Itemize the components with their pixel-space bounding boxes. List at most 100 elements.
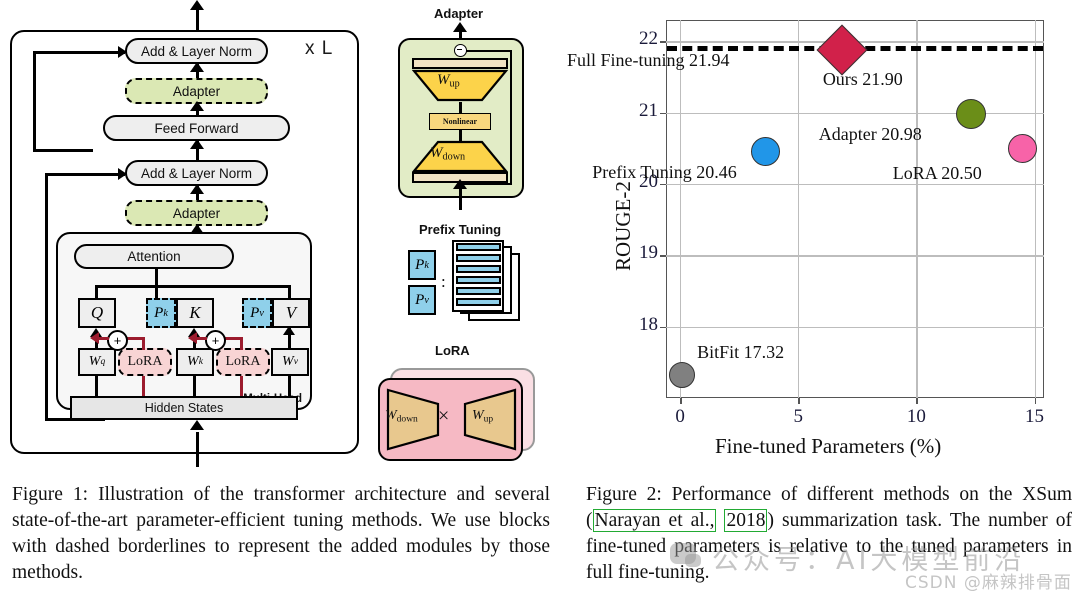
qkv-box-v: V	[272, 298, 310, 328]
arrowhead-residual-bottom	[118, 168, 127, 180]
chart-xtick	[680, 398, 682, 404]
block-label: Feed Forward	[154, 120, 239, 136]
chart-gridline-h	[666, 112, 1044, 114]
chart-point-label-ours: Ours 21.90	[822, 68, 903, 89]
adapter-skip-v	[510, 50, 512, 185]
prefix-row	[456, 254, 501, 262]
adapter-sum-node	[454, 44, 467, 57]
add-node-k: +	[205, 330, 226, 351]
block-hidden-states: Hidden States	[70, 396, 298, 420]
nonlinear-block: Nonlinear	[429, 113, 491, 130]
weight-box-wq: Wq	[78, 348, 116, 376]
chart-xtick-label: 10	[906, 406, 926, 427]
figure2-caption: Figure 2: Performance of different metho…	[586, 482, 1072, 586]
chart-gridline-v	[680, 20, 682, 398]
chart-ytick	[660, 184, 666, 186]
lora-label: LoRA	[225, 354, 261, 369]
lora-module-title: LoRA	[435, 343, 470, 358]
residual-top-h	[33, 51, 125, 54]
residual-top-h2	[33, 149, 93, 152]
arrowhead-lora-q	[90, 332, 99, 344]
prefix-separator: :	[441, 272, 446, 291]
chart-xtick-label: 0	[675, 406, 685, 427]
lora-operator: ×	[438, 405, 450, 427]
block-label: Hidden States	[144, 401, 224, 415]
arrowhead-lora-k	[188, 332, 197, 344]
w-down-label: Wdown	[430, 145, 466, 163]
adapter-skip-top	[460, 50, 512, 52]
chart-gridline-v	[1034, 20, 1036, 398]
flow-line-in	[196, 432, 199, 467]
lora-w-down-label: Wdown	[385, 408, 418, 425]
wq-down-line	[95, 376, 98, 398]
w-up-trapezoid	[412, 69, 508, 102]
chart-ytick-label: 18	[639, 313, 658, 335]
chart-ytick	[660, 255, 666, 257]
chart-point-adapter[interactable]	[955, 99, 986, 130]
block-attention: Attention	[74, 244, 234, 269]
lora-q-down	[142, 376, 145, 398]
block-label: Add & Layer Norm	[140, 43, 253, 59]
citation-link-year[interactable]: 2018	[724, 508, 768, 532]
adapter-in-arrow	[453, 179, 467, 189]
chart-point-label-bitfit: BitFit 17.32	[697, 342, 785, 363]
chart-xtick	[916, 398, 918, 404]
repeat-count-label: x L	[305, 38, 334, 59]
prefix-label: P	[250, 304, 260, 321]
block-label: Adapter	[172, 83, 221, 99]
weight-label: W	[282, 354, 294, 369]
adapter-top-bar	[412, 58, 508, 69]
chart-ytick	[660, 326, 666, 329]
wv-down-line	[288, 376, 291, 398]
adapter-module-title: Adapter	[434, 6, 484, 21]
prefix-sub: v	[259, 307, 264, 319]
weight-sub: k	[198, 357, 203, 367]
block-add-layer-norm-bottom: Add & Layer Norm	[125, 160, 268, 186]
chart-gridline-v	[798, 20, 800, 398]
chart-reference-line-label: Full Fine-tuning 21.94	[567, 49, 730, 70]
prefix-module-pk: Pk	[408, 250, 436, 280]
chart-point-lora[interactable]	[1008, 133, 1038, 163]
chart-gridline-v	[916, 20, 918, 398]
prefix-row	[456, 276, 501, 284]
qkv-label: K	[189, 303, 201, 322]
chart-xtick-label: 15	[1025, 406, 1045, 427]
residual-bot-h	[45, 173, 125, 176]
arrowhead-2	[190, 101, 204, 111]
chart-gridline-h	[666, 326, 1044, 328]
weight-sub: v	[293, 357, 298, 367]
w-up-label: Wup	[437, 72, 460, 90]
weight-box-wv: Wv	[271, 348, 309, 376]
figure1-diagram: x L Add & Layer Norm Adapter Feed Forwar…	[0, 0, 565, 470]
chart-point-prefix-tuning[interactable]	[750, 136, 780, 166]
weight-sub: q	[100, 357, 106, 367]
lora-box-q: LoRA	[118, 348, 172, 376]
figure-page: x L Add & Layer Norm Adapter Feed Forwar…	[0, 0, 1080, 598]
add-node-q: +	[107, 330, 128, 351]
chart-gridline-h	[666, 255, 1044, 257]
chart-xtick	[798, 398, 800, 404]
wechat-logo-icon	[670, 543, 701, 567]
citation-link-author[interactable]: Narayan et al.,	[592, 508, 717, 532]
attn-bus	[95, 285, 290, 288]
chart-x-axis-label: Fine-tuned Parameters (%)	[715, 434, 942, 458]
block-feed-forward: Feed Forward	[103, 115, 290, 141]
wk-down-line	[193, 376, 196, 398]
prefix-box-pv: Pv	[242, 298, 272, 328]
block-add-layer-norm-top: Add & Layer Norm	[125, 38, 268, 64]
chart-ytick-label: 22	[639, 28, 658, 50]
prefix-box-pk: Pk	[146, 298, 176, 328]
block-label: Attention	[127, 249, 181, 264]
residual-top-v	[33, 51, 36, 151]
block-adapter-bottom: Adapter	[125, 200, 268, 226]
chart-point-label-adapter: Adapter 20.98	[818, 124, 922, 145]
block-label: Add & Layer Norm	[140, 165, 253, 181]
chart-ytick-label: 21	[639, 99, 658, 121]
chart-ytick	[660, 41, 666, 43]
arrowhead-out	[190, 0, 204, 10]
prefix-row	[456, 287, 501, 295]
chart-ytick	[660, 112, 666, 115]
arrowhead-3	[190, 139, 204, 149]
figure2-chart: ROUGE-2 Fine-tuned Parameters (%) 0 5 10 15…	[565, 0, 1080, 470]
chart-xtick	[1034, 398, 1036, 404]
